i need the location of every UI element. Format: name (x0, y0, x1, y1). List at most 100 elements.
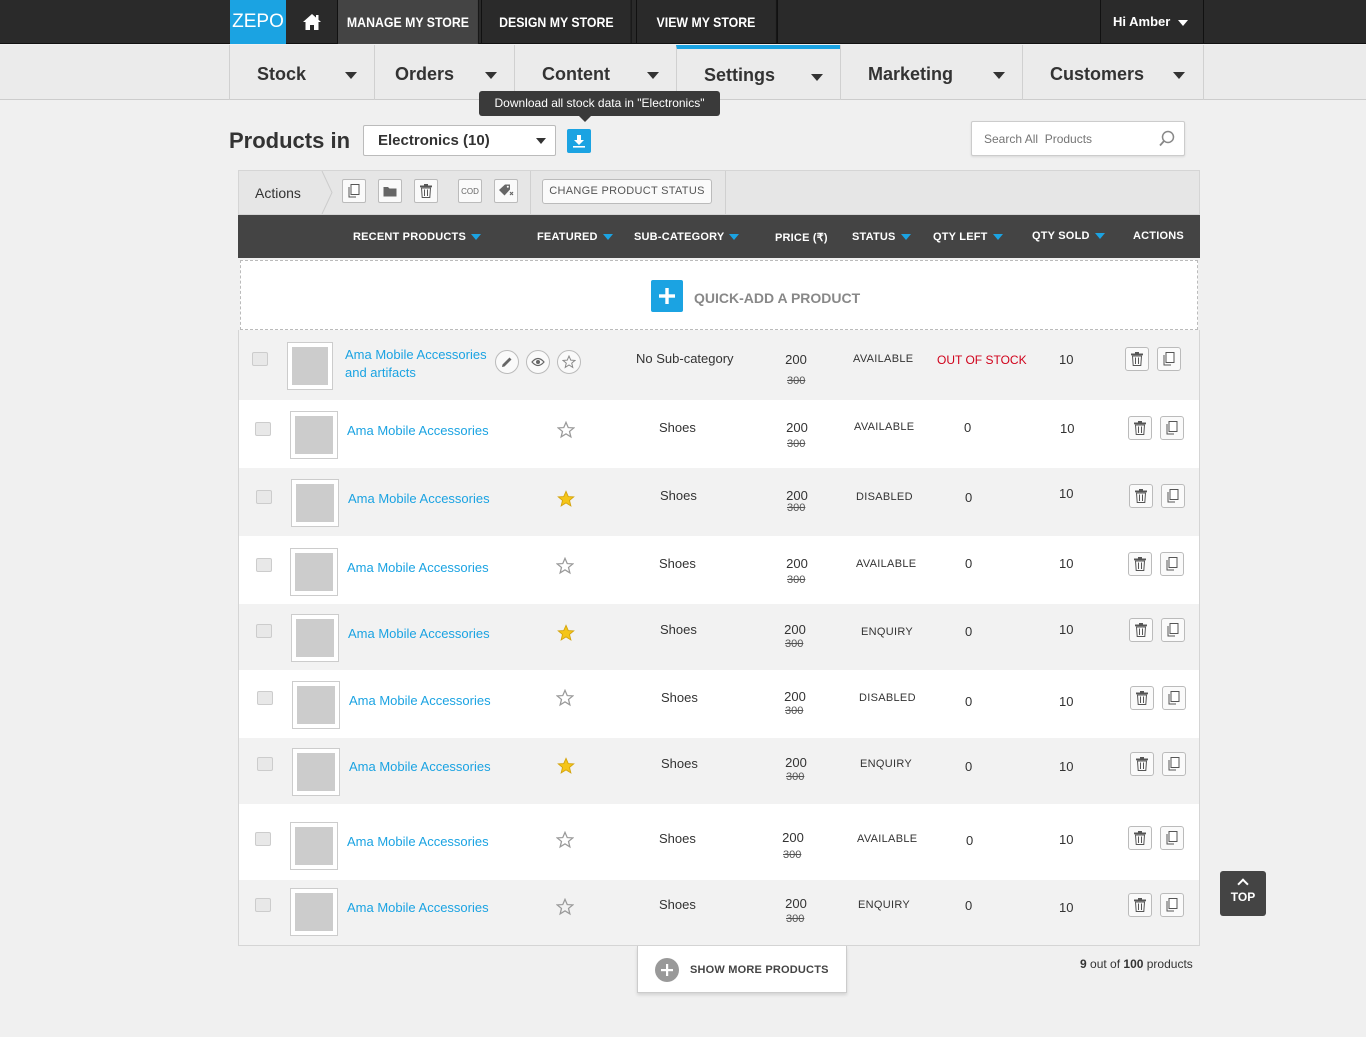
sub-category: Shoes (659, 556, 696, 571)
row-checkbox[interactable] (257, 757, 273, 771)
product-name-link[interactable]: Ama Mobile Accessories and artifacts (345, 346, 487, 382)
change-product-status-button[interactable]: CHANGE PRODUCT STATUS (542, 179, 712, 204)
delete-row-button[interactable] (1128, 893, 1152, 917)
cod-action-button[interactable]: COD (458, 179, 482, 203)
copy-row-button[interactable] (1160, 416, 1184, 440)
nav-manage-my-store[interactable]: MANAGE MY STORE (338, 0, 479, 44)
star-filled-icon[interactable] (557, 490, 575, 508)
product-thumbnail (291, 614, 339, 662)
status[interactable]: AVAILABLE (853, 353, 913, 365)
delete-row-button[interactable] (1130, 686, 1154, 710)
home-icon[interactable] (286, 0, 338, 44)
column-status[interactable]: STATUS (852, 231, 911, 243)
search-box[interactable] (971, 121, 1185, 156)
star-filled-icon[interactable] (557, 757, 575, 775)
status[interactable]: ENQUIRY (861, 626, 913, 638)
copy-row-button[interactable] (1160, 552, 1184, 576)
tab-label: Content (542, 64, 610, 84)
old-price: 300 (785, 705, 804, 717)
nav-view-my-store[interactable]: VIEW MY STORE (636, 0, 777, 44)
search-input[interactable] (984, 132, 1154, 146)
row-checkbox[interactable] (256, 624, 272, 638)
status[interactable]: DISABLED (859, 692, 916, 704)
tab-stock[interactable]: Stock (229, 45, 375, 100)
column-label: STATUS (852, 231, 896, 243)
delete-row-button[interactable] (1130, 752, 1154, 776)
table-row: Ama Mobile Accessories Shoes 200 300 AVA… (239, 804, 1199, 880)
column-sub-category[interactable]: SUB-CATEGORY (634, 231, 740, 243)
product-name-link[interactable]: Ama Mobile Accessories (347, 833, 489, 851)
column-featured[interactable]: FEATURED (537, 231, 613, 243)
status[interactable]: AVAILABLE (854, 421, 914, 433)
search-icon[interactable] (1158, 130, 1176, 148)
download-button[interactable] (567, 129, 591, 153)
zepo-logo[interactable]: ZEPO (230, 0, 286, 44)
preview-button[interactable] (526, 350, 550, 374)
category-select[interactable]: Electronics (10) (363, 125, 556, 156)
old-price: 300 (787, 438, 806, 450)
delete-row-button[interactable] (1129, 618, 1153, 642)
move-folder-button[interactable] (378, 179, 402, 203)
row-checkbox[interactable] (255, 898, 271, 912)
product-name-link[interactable]: Ama Mobile Accessories (349, 758, 491, 776)
status[interactable]: DISABLED (856, 491, 913, 503)
column-price[interactable]: PRICE (₹) (775, 231, 828, 244)
edit-button[interactable] (495, 350, 519, 374)
row-checkbox[interactable] (256, 490, 272, 504)
tab-marketing[interactable]: Marketing (840, 45, 1023, 100)
star-outline-icon[interactable] (556, 689, 574, 707)
copy-row-button[interactable] (1160, 893, 1184, 917)
product-name-link[interactable]: Ama Mobile Accessories (349, 692, 491, 710)
column-qty-sold[interactable]: QTY SOLD (1032, 230, 1105, 242)
star-outline-icon[interactable] (556, 557, 574, 575)
row-checkbox[interactable] (255, 422, 271, 436)
tag-action-button[interactable] (494, 179, 518, 203)
table-row: Ama Mobile Accessories Shoes 200 300 ENQ… (239, 604, 1199, 670)
chevron-down-icon (536, 138, 546, 144)
quick-add-label: QUICK-ADD A PRODUCT (694, 290, 861, 306)
delete-row-button[interactable] (1129, 484, 1153, 508)
star-outline-icon[interactable] (556, 898, 574, 916)
show-more-products-button[interactable]: SHOW MORE PRODUCTS (637, 946, 847, 993)
copy-row-button[interactable] (1161, 484, 1185, 508)
star-filled-icon[interactable] (557, 624, 575, 642)
copy-row-button[interactable] (1161, 618, 1185, 642)
row-checkbox[interactable] (257, 691, 273, 705)
copy-action-button[interactable] (342, 179, 366, 203)
tab-customers[interactable]: Customers (1022, 45, 1203, 100)
feature-star-button[interactable] (557, 350, 581, 374)
tab-label: Customers (1050, 64, 1145, 84)
product-name-link[interactable]: Ama Mobile Accessories (347, 899, 489, 917)
column-qty-left[interactable]: QTY LEFT (933, 231, 1003, 243)
column-recent-products[interactable]: RECENT PRODUCTS (353, 231, 482, 243)
quick-add-product[interactable]: QUICK-ADD A PRODUCT (240, 260, 1198, 330)
product-name-link[interactable]: Ama Mobile Accessories (348, 625, 490, 643)
delete-row-button[interactable] (1128, 826, 1152, 850)
plus-icon[interactable] (651, 280, 683, 312)
delete-action-button[interactable] (414, 179, 438, 203)
status[interactable]: ENQUIRY (860, 758, 912, 770)
nav-design-my-store[interactable]: DESIGN MY STORE (482, 0, 632, 44)
status[interactable]: AVAILABLE (857, 833, 917, 845)
qty-left: 0 (965, 898, 973, 913)
delete-row-button[interactable] (1125, 347, 1149, 371)
product-name-link[interactable]: Ama Mobile Accessories (347, 559, 489, 577)
star-outline-icon[interactable] (557, 421, 575, 439)
row-checkbox[interactable] (256, 558, 272, 572)
copy-row-button[interactable] (1162, 686, 1186, 710)
row-checkbox[interactable] (252, 352, 268, 366)
product-name-link[interactable]: Ama Mobile Accessories (348, 490, 490, 508)
star-outline-icon[interactable] (556, 831, 574, 849)
delete-row-button[interactable] (1128, 416, 1152, 440)
back-to-top-button[interactable]: TOP (1220, 871, 1266, 916)
copy-row-button[interactable] (1157, 347, 1181, 371)
row-checkbox[interactable] (255, 832, 271, 846)
product-name-link[interactable]: Ama Mobile Accessories (347, 422, 489, 440)
plus-circle-icon (655, 958, 679, 982)
status[interactable]: AVAILABLE (856, 558, 916, 570)
copy-row-button[interactable] (1162, 752, 1186, 776)
status[interactable]: ENQUIRY (858, 899, 910, 911)
user-menu[interactable]: Hi Amber (1100, 0, 1204, 44)
copy-row-button[interactable] (1160, 826, 1184, 850)
delete-row-button[interactable] (1128, 552, 1152, 576)
